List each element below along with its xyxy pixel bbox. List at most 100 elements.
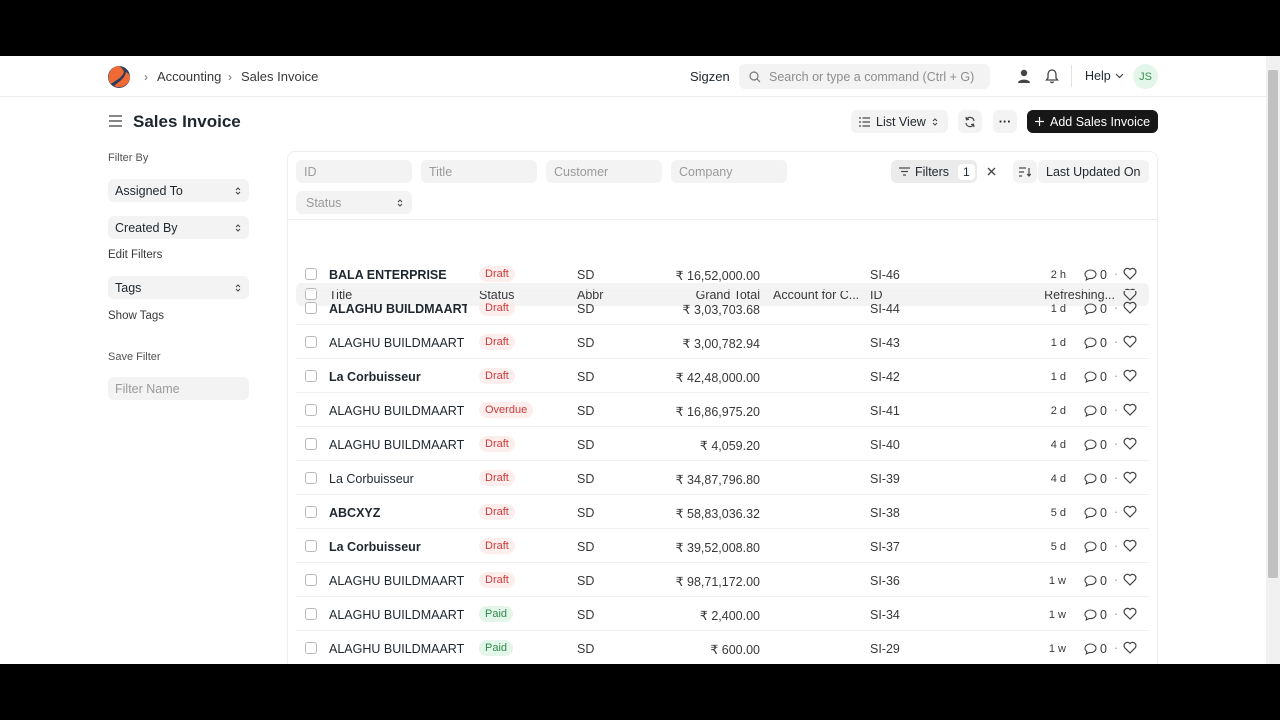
row-checkbox[interactable] [305, 506, 317, 518]
list-icon [859, 116, 870, 127]
heart-icon[interactable] [1123, 471, 1137, 484]
id-filter-input[interactable] [296, 160, 412, 183]
row-title[interactable]: ALAGHU BUILDMAART PVT LTD [329, 404, 467, 418]
row-checkbox[interactable] [305, 438, 317, 450]
row-modified: 1 w [1048, 609, 1066, 621]
edit-filters-link[interactable]: Edit Filters [108, 249, 162, 261]
created-by-select[interactable]: Created By [108, 216, 249, 239]
clear-filters-button[interactable] [979, 160, 1003, 183]
row-title[interactable]: ALAGHU BUILDMAART PVT LTD [329, 438, 467, 452]
tags-select[interactable]: Tags [108, 276, 249, 299]
app-frame: › Accounting › Sales Invoice Sigzen Help… [0, 56, 1280, 664]
row-modified: 1 d [1050, 337, 1066, 349]
comment-count[interactable]: 0 [1084, 574, 1107, 588]
breadcrumb-sales-invoice[interactable]: › Sales Invoice [228, 69, 318, 84]
customer-filter-input[interactable] [546, 160, 662, 183]
heart-icon[interactable] [1123, 539, 1137, 552]
nav-divider [1071, 65, 1072, 87]
row-checkbox[interactable] [305, 336, 317, 348]
refresh-button[interactable] [958, 110, 982, 133]
avatar[interactable]: JS [1133, 64, 1158, 89]
table-row[interactable]: ALAGHU BUILDMAART PVT LTD Draft SD ₹ 3,03,7… [296, 291, 1149, 325]
card-divider [288, 219, 1157, 220]
heart-icon[interactable] [1123, 607, 1137, 620]
breadcrumb-accounting[interactable]: › Accounting [144, 69, 221, 84]
bell-icon[interactable] [1044, 68, 1060, 84]
row-checkbox[interactable] [305, 404, 317, 416]
row-title[interactable]: La Corbuisseur [329, 370, 467, 384]
logo-icon[interactable] [108, 66, 130, 88]
table-row[interactable]: La Corbuisseur Draft SD ₹ 42,48,000.00 SI-42… [296, 359, 1149, 393]
row-checkbox[interactable] [305, 268, 317, 280]
row-title[interactable]: ALAGHU BUILDMAART PVT LTD [329, 574, 467, 588]
table-row[interactable]: ALAGHU BUILDMAART PVT LTD Draft SD ₹ 4,059.… [296, 427, 1149, 461]
row-checkbox[interactable] [305, 472, 317, 484]
row-title[interactable]: ALAGHU BUILDMAART PVT LTD [329, 336, 467, 350]
table-row[interactable]: ABCXYZ Draft SD ₹ 58,83,036.32 SI-38 5 d 0 · [296, 495, 1149, 529]
heart-icon[interactable] [1123, 437, 1137, 450]
heart-icon[interactable] [1123, 335, 1137, 348]
row-id: SI-29 [870, 642, 900, 656]
row-grand-total: ₹ 600.00 [710, 643, 760, 657]
row-checkbox[interactable] [305, 642, 317, 654]
table-row[interactable]: BALA ENTERPRISE Draft SD ₹ 16,52,000.00 SI-4… [296, 257, 1149, 291]
company-filter-input[interactable] [671, 160, 787, 183]
comment-count[interactable]: 0 [1084, 642, 1107, 656]
table-row[interactable]: ALAGHU BUILDMAART PVT LTD Overdue SD ₹ 16,8… [296, 393, 1149, 427]
comment-count[interactable]: 0 [1084, 472, 1107, 486]
heart-icon[interactable] [1123, 641, 1137, 654]
status-filter-select[interactable]: Status [296, 191, 412, 214]
comment-count[interactable]: 0 [1084, 404, 1107, 418]
search-input[interactable] [769, 69, 979, 84]
table-row[interactable]: ALAGHU BUILDMAART PVT LTD Draft SD ₹ 98,71,… [296, 563, 1149, 597]
heart-icon[interactable] [1123, 267, 1137, 280]
comment-count[interactable]: 0 [1084, 506, 1107, 520]
filters-button[interactable]: Filters 1 [891, 160, 977, 183]
title-filter-input[interactable] [421, 160, 537, 183]
row-title[interactable]: La Corbuisseur [329, 540, 467, 554]
sort-order-button[interactable] [1013, 160, 1037, 183]
user-icon[interactable] [1016, 68, 1032, 84]
comment-count[interactable]: 0 [1084, 370, 1107, 384]
tags-label: Tags [115, 280, 142, 295]
table-row[interactable]: La Corbuisseur Draft SD ₹ 34,87,796.80 SI-39… [296, 461, 1149, 495]
table-row[interactable]: ALAGHU BUILDMAART PVT LTD Paid SD ₹ 2,400.0… [296, 597, 1149, 631]
heart-icon[interactable] [1123, 301, 1137, 314]
row-checkbox[interactable] [305, 370, 317, 382]
search-bar[interactable] [739, 64, 990, 89]
assigned-to-select[interactable]: Assigned To [108, 179, 249, 202]
row-checkbox[interactable] [305, 608, 317, 620]
row-checkbox[interactable] [305, 302, 317, 314]
add-sales-invoice-button[interactable]: Add Sales Invoice [1027, 110, 1158, 133]
scrollbar-thumb[interactable] [1268, 70, 1278, 578]
comment-count[interactable]: 0 [1084, 540, 1107, 554]
row-title[interactable]: ALAGHU BUILDMAART PVT LTD [329, 302, 467, 316]
row-title[interactable]: ALAGHU BUILDMAART PVT LTD [329, 608, 467, 622]
row-title[interactable]: ABCXYZ [329, 506, 467, 520]
comment-count[interactable]: 0 [1084, 438, 1107, 452]
help-menu[interactable]: Help [1085, 69, 1124, 83]
heart-icon[interactable] [1123, 573, 1137, 586]
row-checkbox[interactable] [305, 540, 317, 552]
heart-icon[interactable] [1123, 505, 1137, 518]
comment-count[interactable]: 0 [1084, 302, 1107, 316]
heart-icon[interactable] [1123, 403, 1137, 416]
sort-by-button[interactable]: Last Updated On [1038, 160, 1149, 183]
row-title[interactable]: ALAGHU BUILDMAART PVT LTD [329, 642, 467, 656]
heart-icon[interactable] [1123, 369, 1137, 382]
comment-count[interactable]: 0 [1084, 608, 1107, 622]
row-title[interactable]: La Corbuisseur [329, 472, 467, 486]
comment-count[interactable]: 0 [1084, 268, 1107, 282]
table-row[interactable]: ALAGHU BUILDMAART PVT LTD Paid SD ₹ 600.00 S… [296, 631, 1149, 664]
list-view-button[interactable]: List View [851, 110, 948, 133]
show-tags-link[interactable]: Show Tags [108, 310, 164, 322]
filter-name-input[interactable] [108, 377, 249, 400]
more-button[interactable]: ··· [993, 110, 1017, 133]
table-row[interactable]: ALAGHU BUILDMAART PVT LTD Draft SD ₹ 3,00,7… [296, 325, 1149, 359]
row-abbr: SD [577, 336, 595, 350]
row-title[interactable]: BALA ENTERPRISE [329, 268, 467, 282]
table-row[interactable]: La Corbuisseur Draft SD ₹ 39,52,008.80 SI-37… [296, 529, 1149, 563]
comment-count[interactable]: 0 [1084, 336, 1107, 350]
hamburger-icon[interactable] [108, 114, 123, 128]
row-checkbox[interactable] [305, 574, 317, 586]
